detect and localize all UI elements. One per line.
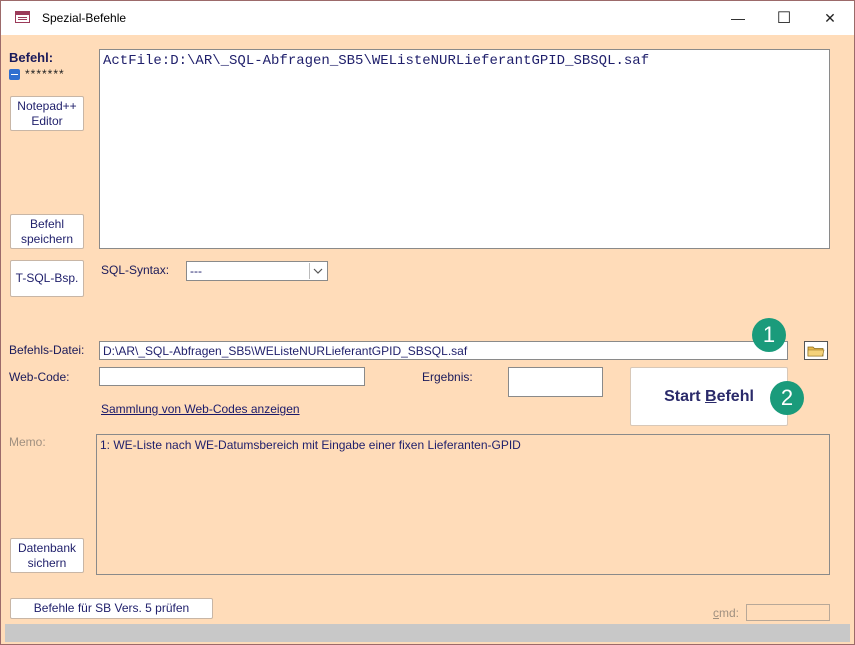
- maximize-button[interactable]: ☐: [761, 1, 807, 35]
- title-bar: Spezial-Befehle — ☐ ✕: [1, 1, 854, 35]
- sql-syntax-value: ---: [190, 264, 202, 278]
- cmd-label: cmd:: [713, 606, 739, 620]
- window-title: Spezial-Befehle: [42, 11, 127, 25]
- form-icon: [15, 11, 30, 23]
- start-command-button[interactable]: Start Befehl: [630, 367, 788, 426]
- status-bar: [5, 624, 850, 642]
- command-file-input[interactable]: D:\AR\_SQL-Abfragen_SB5\WEListeNURLiefer…: [99, 341, 788, 360]
- command-textarea[interactable]: ActFile:D:\AR\_SQL-Abfragen_SB5\WEListeN…: [99, 49, 830, 249]
- check-commands-button[interactable]: Befehle für SB Vers. 5 prüfen: [10, 598, 213, 619]
- start-label-pre: Start: [664, 388, 705, 405]
- command-text: ActFile:D:\AR\_SQL-Abfragen_SB5\WEListeN…: [103, 53, 650, 69]
- command-file-value: D:\AR\_SQL-Abfragen_SB5\WEListeNURLiefer…: [103, 344, 468, 358]
- start-label-post: efehl: [716, 388, 754, 405]
- memo-textarea[interactable]: 1: WE-Liste nach WE-Datumsbereich mit Ei…: [96, 434, 830, 575]
- start-label-key: B: [705, 388, 717, 405]
- backup-database-button[interactable]: Datenbank sichern: [10, 538, 84, 573]
- notepad-editor-button[interactable]: Notepad++ Editor: [10, 96, 84, 131]
- cmd-label-rest: md:: [719, 606, 740, 620]
- folder-browse-button[interactable]: [804, 341, 828, 360]
- tsql-example-button[interactable]: T-SQL-Bsp.: [10, 260, 84, 297]
- sql-syntax-label: SQL-Syntax:: [101, 263, 170, 277]
- callout-badge-1: 1: [752, 318, 786, 352]
- web-codes-link[interactable]: Sammlung von Web-Codes anzeigen: [101, 402, 300, 416]
- sql-syntax-select[interactable]: ---: [186, 261, 328, 281]
- web-code-input[interactable]: [99, 367, 365, 386]
- chevron-down-icon[interactable]: [309, 263, 326, 279]
- befehl-label: Befehl:: [9, 50, 54, 65]
- minimize-icon: —: [731, 10, 745, 26]
- minimize-button[interactable]: —: [715, 1, 761, 35]
- save-command-button[interactable]: Befehl speichern: [10, 214, 84, 249]
- result-label: Ergebnis:: [422, 370, 473, 384]
- collapse-icon[interactable]: [9, 69, 20, 80]
- spezial-befehle-window: Spezial-Befehle — ☐ ✕ Befehl: ******* No…: [0, 0, 855, 645]
- callout-badge-2: 2: [770, 381, 804, 415]
- close-button[interactable]: ✕: [807, 1, 853, 35]
- memo-text: 1: WE-Liste nach WE-Datumsbereich mit Ei…: [100, 438, 521, 452]
- web-code-label: Web-Code:: [9, 370, 70, 384]
- result-field: [508, 367, 603, 397]
- cmd-input[interactable]: [746, 604, 830, 621]
- memo-label: Memo:: [9, 435, 46, 449]
- maximize-icon: ☐: [776, 10, 792, 27]
- command-file-label: Befehls-Datei:: [9, 343, 85, 357]
- password-mask: *******: [25, 67, 65, 81]
- folder-icon: [807, 346, 825, 357]
- close-icon: ✕: [824, 9, 836, 26]
